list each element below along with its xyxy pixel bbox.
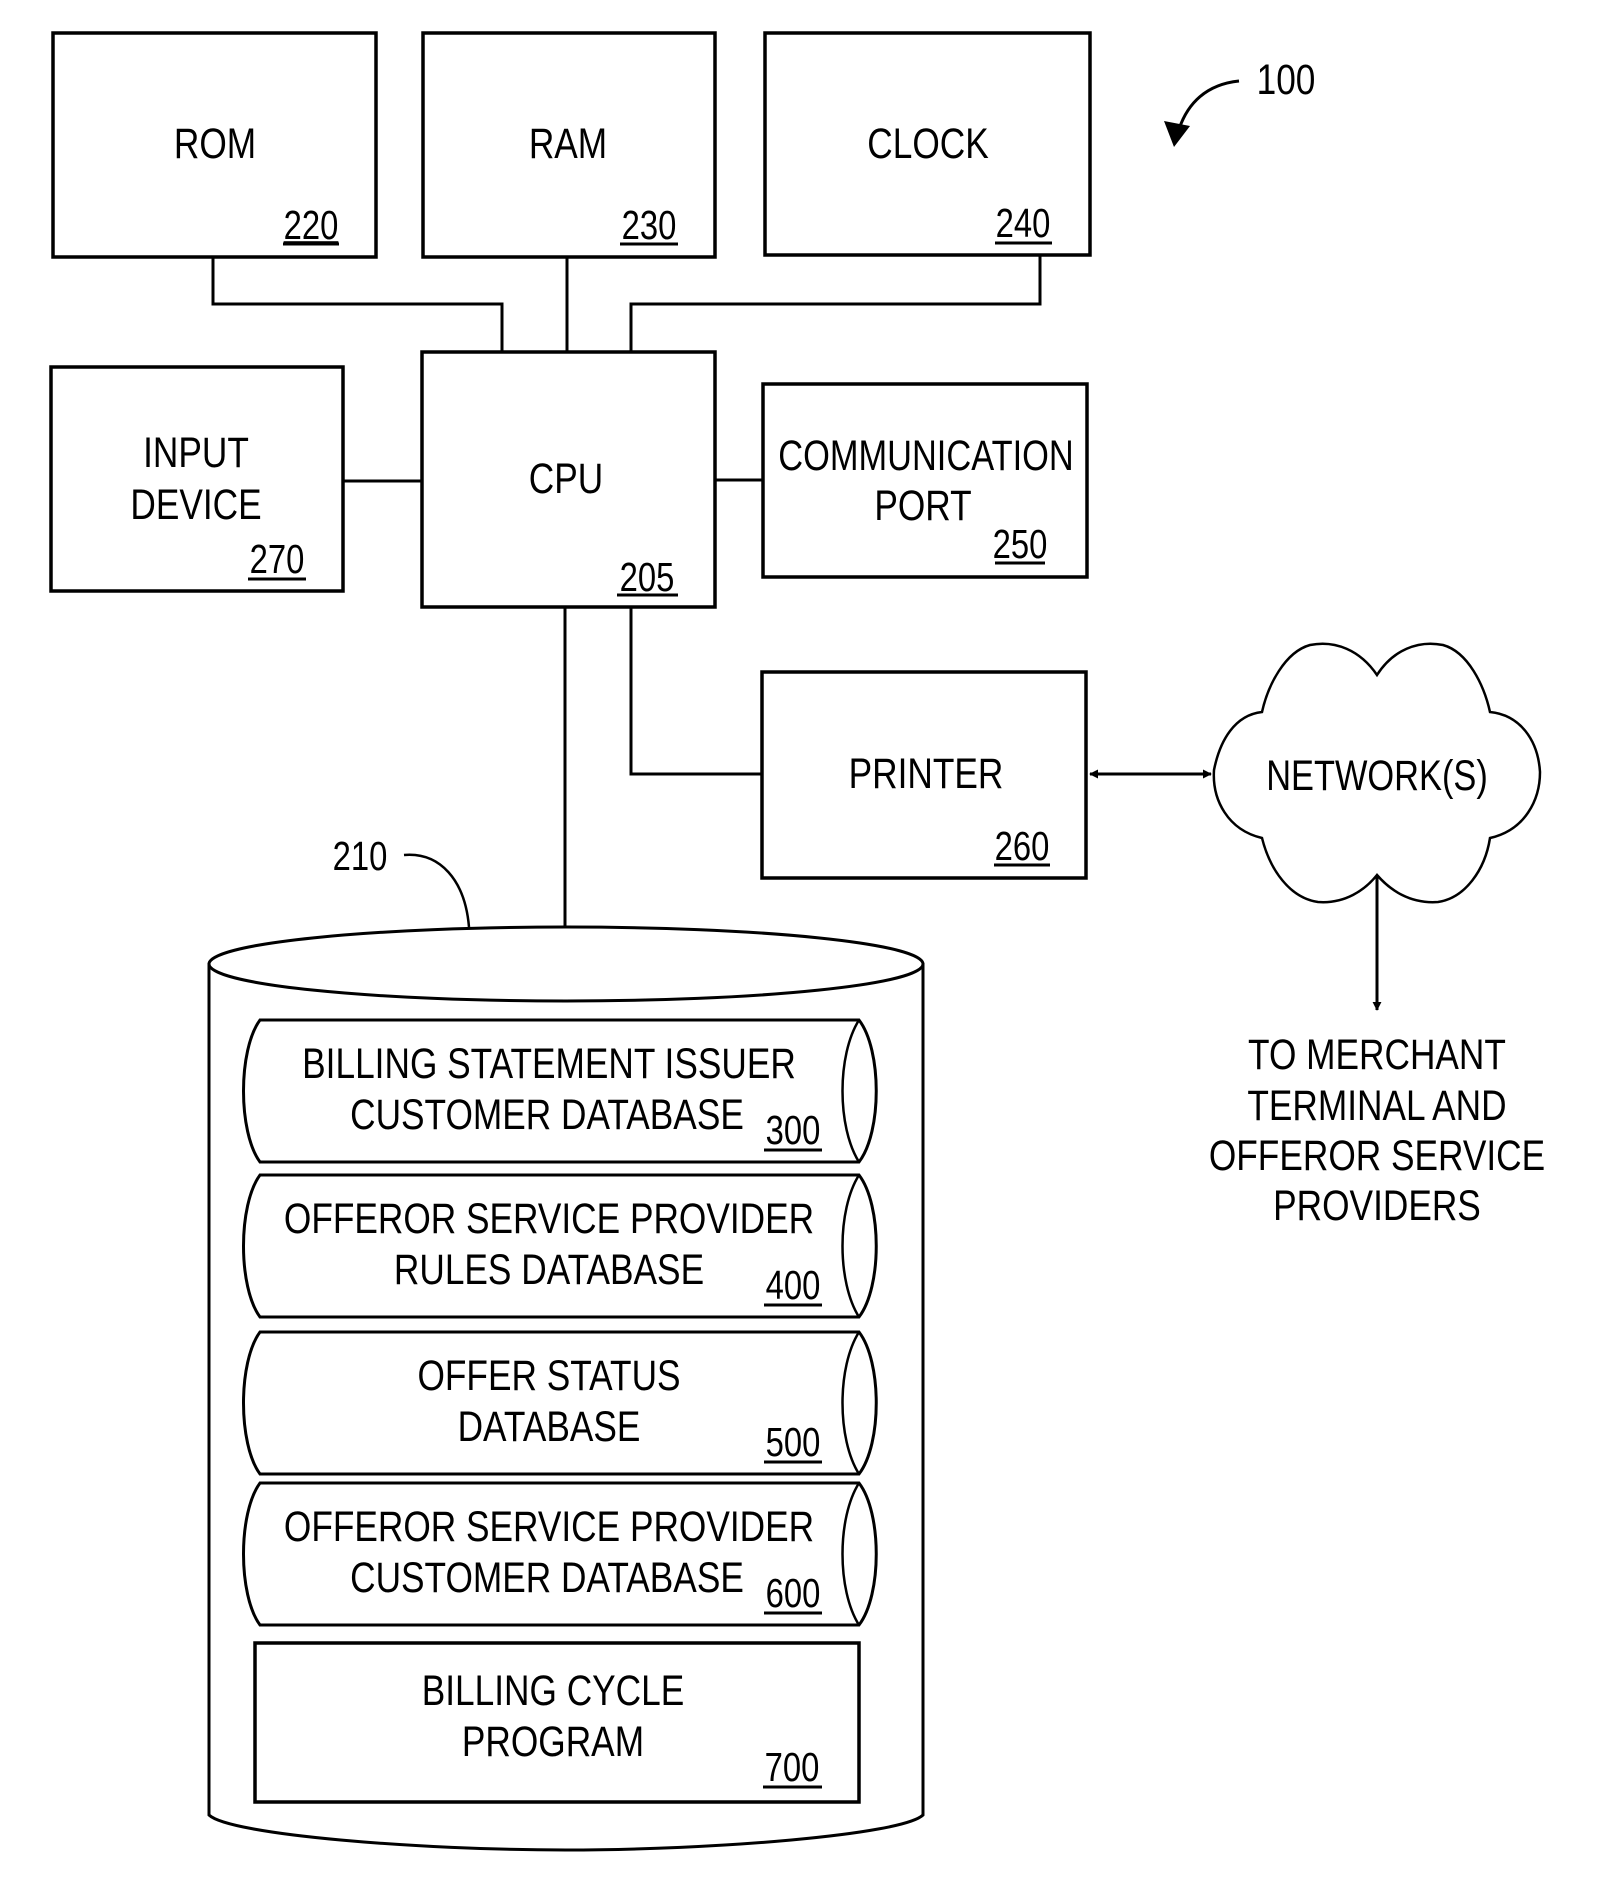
input-device-label-line-1: INPUT bbox=[143, 429, 249, 477]
database-item: OFFEROR SERVICE PROVIDERRULES DATABASE 40… bbox=[242, 1173, 878, 1319]
communication-port-label-line-1: COMMUNICATION bbox=[778, 432, 1073, 479]
clock-block: CLOCK 240 bbox=[763, 31, 1092, 257]
cpu-label: CPU bbox=[529, 455, 603, 503]
billing-cycle-program-block: BILLING CYCLE PROGRAM 700 bbox=[253, 1641, 861, 1804]
ram-ref-number: 230 bbox=[622, 201, 677, 247]
destination-label: TO MERCHANT TERMINAL AND OFFEROR SERVICE… bbox=[1209, 1031, 1545, 1230]
input-device-block: INPUT DEVICE 270 bbox=[49, 365, 345, 593]
ram-label: RAM bbox=[529, 120, 607, 168]
communication-port-block: COMMUNICATION PORT 250 bbox=[761, 382, 1089, 579]
billing-cycle-program-label-line-2: PROGRAM bbox=[462, 1718, 644, 1766]
database-label-line: CUSTOMER DATABASE bbox=[350, 1554, 744, 1602]
database-ref-number: 300 bbox=[766, 1106, 821, 1152]
printer-ref-number: 260 bbox=[995, 822, 1050, 868]
storage-ref-number: 210 bbox=[333, 832, 388, 878]
printer-block: PRINTER 260 bbox=[760, 670, 1088, 880]
communication-port-ref-number: 250 bbox=[993, 520, 1048, 566]
destination-label-line-2: TERMINAL AND bbox=[1247, 1082, 1506, 1130]
database-ref-number: 500 bbox=[766, 1418, 821, 1464]
storage-ref-leader bbox=[403, 853, 471, 928]
database-label-line: OFFEROR SERVICE PROVIDER bbox=[284, 1195, 814, 1243]
figure-reference-number: 100 bbox=[1257, 56, 1316, 104]
database-label-line: OFFER STATUS bbox=[417, 1352, 680, 1400]
cpu-printer-connector bbox=[629, 607, 762, 776]
database-label-line: OFFEROR SERVICE PROVIDER bbox=[284, 1503, 814, 1551]
database-ref-number: 600 bbox=[766, 1569, 821, 1615]
destination-label-line-4: PROVIDERS bbox=[1273, 1182, 1481, 1230]
cpu-ref-number: 205 bbox=[620, 553, 675, 599]
input-device-ref-number: 270 bbox=[250, 535, 305, 581]
destination-label-line-1: TO MERCHANT bbox=[1248, 1031, 1506, 1079]
database-item: OFFEROR SERVICE PROVIDERCUSTOMER DATABAS… bbox=[242, 1481, 878, 1627]
database-label-line: CUSTOMER DATABASE bbox=[350, 1091, 744, 1139]
communication-port-label-line-2: PORT bbox=[874, 482, 971, 530]
ram-block: RAM 230 bbox=[421, 31, 717, 259]
figure-reference-arrowhead-icon bbox=[1164, 121, 1190, 147]
billing-cycle-program-ref-number: 700 bbox=[765, 1743, 820, 1789]
cpu-block: CPU 205 bbox=[420, 350, 717, 609]
destination-label-line-3: OFFEROR SERVICE bbox=[1209, 1132, 1545, 1180]
cylinder-top bbox=[207, 925, 925, 1003]
network-label: NETWORK(S) bbox=[1266, 752, 1488, 799]
clock-ref-number: 240 bbox=[996, 199, 1051, 245]
rom-label: ROM bbox=[174, 120, 256, 168]
network-cloud: NETWORK(S) bbox=[1212, 642, 1542, 904]
database-label-line: DATABASE bbox=[458, 1403, 641, 1451]
input-device-label-line-2: DEVICE bbox=[130, 481, 261, 529]
billing-cycle-program-label-line-1: BILLING CYCLE bbox=[422, 1667, 685, 1715]
printer-label: PRINTER bbox=[849, 750, 1004, 798]
database-item: OFFER STATUSDATABASE 500 bbox=[242, 1330, 878, 1476]
rom-ref-number: 220 bbox=[284, 201, 339, 247]
rom-block: ROM 220 bbox=[51, 31, 378, 259]
system-block-diagram: 100 ROM 220 RAM 230 CLOCK 240 INPUT DEVI… bbox=[49, 31, 1545, 1852]
database-ref-number: 400 bbox=[766, 1261, 821, 1307]
database-label-line: BILLING STATEMENT ISSUER bbox=[302, 1040, 796, 1088]
database-item: BILLING STATEMENT ISSUERCUSTOMER DATABAS… bbox=[242, 1018, 878, 1164]
rom-cpu-connector bbox=[211, 257, 504, 352]
clock-cpu-connector bbox=[629, 255, 1042, 352]
clock-label: CLOCK bbox=[867, 120, 988, 168]
database-label-line: RULES DATABASE bbox=[394, 1246, 704, 1294]
